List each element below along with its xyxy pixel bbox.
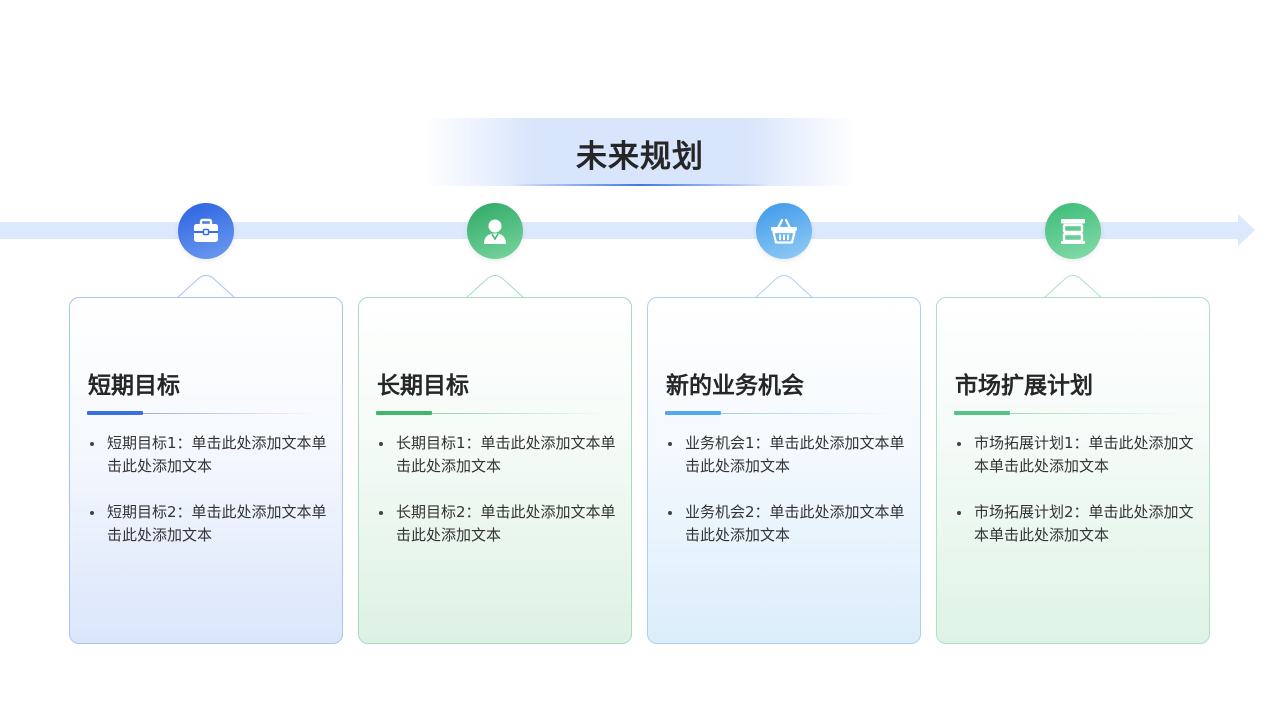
title-underline xyxy=(665,411,895,415)
card-title: 短期目标 xyxy=(88,373,180,399)
list-item: 业务机会2：单击此处添加文本单击此处添加文本 xyxy=(666,501,908,547)
title-underline xyxy=(87,411,317,415)
card-new-business-opportunities: 新的业务机会 业务机会1：单击此处添加文本单击此处添加文本 业务机会2：单击此处… xyxy=(647,297,921,644)
bullet-list: 市场拓展计划1：单击此处添加文本单击此处添加文本 市场拓展计划2：单击此处添加文… xyxy=(955,432,1197,570)
timeline-arrow-head xyxy=(1238,214,1255,246)
list-item: 市场拓展计划2：单击此处添加文本单击此处添加文本 xyxy=(955,501,1197,547)
list-item: 长期目标1：单击此处添加文本单击此处添加文本 xyxy=(377,432,619,478)
card-title: 新的业务机会 xyxy=(666,373,804,399)
card-title: 长期目标 xyxy=(377,373,469,399)
card-short-term-goals: 短期目标 短期目标1：单击此处添加文本单击此处添加文本 短期目标2：单击此处添加… xyxy=(69,297,343,644)
list-item: 市场拓展计划1：单击此处添加文本单击此处添加文本 xyxy=(955,432,1197,478)
list-item: 短期目标1：单击此处添加文本单击此处添加文本 xyxy=(88,432,330,478)
title-underline xyxy=(954,411,1184,415)
person-icon xyxy=(467,203,523,259)
bullet-list: 短期目标1：单击此处添加文本单击此处添加文本 短期目标2：单击此处添加文本单击此… xyxy=(88,432,330,570)
card-title: 市场扩展计划 xyxy=(955,373,1093,399)
card-pointer xyxy=(754,275,814,299)
card-long-term-goals: 长期目标 长期目标1：单击此处添加文本单击此处添加文本 长期目标2：单击此处添加… xyxy=(358,297,632,644)
store-icon xyxy=(1045,203,1101,259)
card-pointer xyxy=(176,275,236,299)
briefcase-icon xyxy=(178,203,234,259)
list-item: 业务机会1：单击此处添加文本单击此处添加文本 xyxy=(666,432,908,478)
card-pointer xyxy=(465,275,525,299)
list-item: 短期目标2：单击此处添加文本单击此处添加文本 xyxy=(88,501,330,547)
page-title: 未来规划 xyxy=(576,139,704,175)
card-market-expansion-plan: 市场扩展计划 市场拓展计划1：单击此处添加文本单击此处添加文本 市场拓展计划2：… xyxy=(936,297,1210,644)
list-item: 长期目标2：单击此处添加文本单击此处添加文本 xyxy=(377,501,619,547)
card-pointer xyxy=(1043,275,1103,299)
bullet-list: 长期目标1：单击此处添加文本单击此处添加文本 长期目标2：单击此处添加文本单击此… xyxy=(377,432,619,570)
title-underline xyxy=(376,411,606,415)
title-band: 未来规划 xyxy=(425,118,855,186)
basket-icon xyxy=(756,203,812,259)
bullet-list: 业务机会1：单击此处添加文本单击此处添加文本 业务机会2：单击此处添加文本单击此… xyxy=(666,432,908,570)
